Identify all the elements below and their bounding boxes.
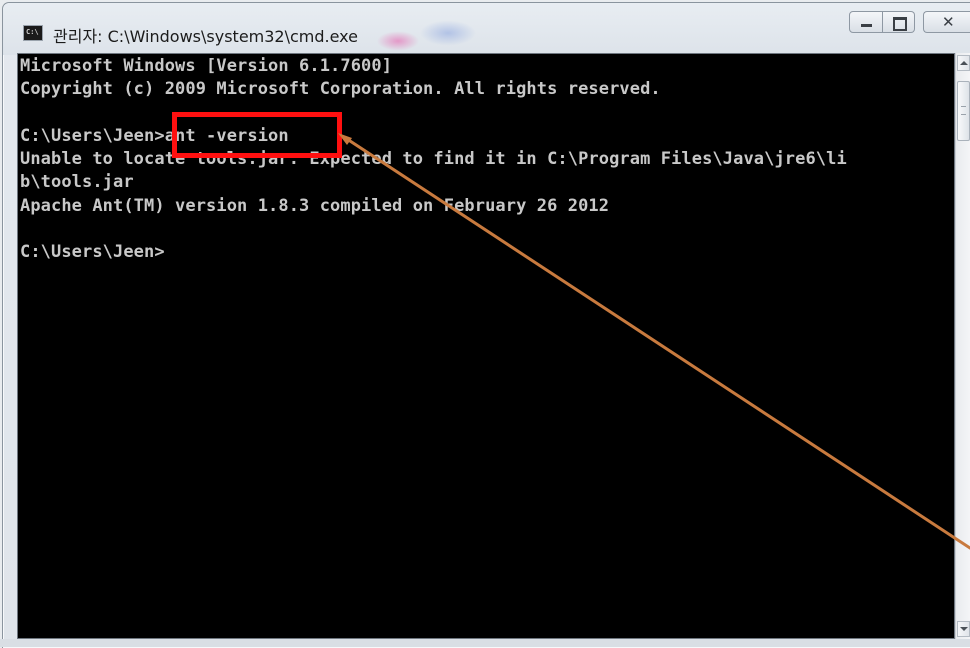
console-line: Unable to locate tools.jar. Expected to … bbox=[20, 149, 847, 170]
window-title: 관리자: C:\Windows\system32\cmd.exe bbox=[53, 27, 359, 46]
console-text: Microsoft Windows [Version 6.1.7600] Copy… bbox=[18, 54, 954, 265]
cmd-icon[interactable] bbox=[23, 25, 43, 41]
scroll-down-button[interactable] bbox=[957, 621, 970, 637]
console-output[interactable]: Microsoft Windows [Version 6.1.7600] Copy… bbox=[17, 53, 955, 639]
scroll-up-button[interactable] bbox=[957, 55, 970, 71]
vertical-scrollbar[interactable] bbox=[955, 53, 970, 639]
console-line: Copyright (c) 2009 Microsoft Corporation… bbox=[20, 79, 661, 100]
scroll-thumb[interactable] bbox=[957, 81, 970, 141]
console-line: C:\Users\Jeen>ant -version bbox=[20, 125, 289, 146]
maximize-icon bbox=[893, 17, 907, 31]
minimize-icon bbox=[861, 24, 872, 27]
close-button[interactable]: ✕ bbox=[923, 11, 970, 33]
maximize-button[interactable] bbox=[883, 11, 915, 33]
window-bottom-edge bbox=[0, 639, 970, 647]
caption-buttons: ✕ bbox=[849, 11, 970, 35]
console-line: Apache Ant(TM) version 1.8.3 compiled on… bbox=[20, 195, 610, 216]
console-line: b\tools.jar bbox=[20, 172, 134, 193]
close-icon: ✕ bbox=[942, 13, 955, 31]
title-bar[interactable]: 관리자: C:\Windows\system32\cmd.exe ✕ bbox=[3, 3, 970, 55]
console-line: Microsoft Windows [Version 6.1.7600] bbox=[20, 56, 393, 76]
minimize-button[interactable] bbox=[849, 11, 883, 33]
console-line: C:\Users\Jeen> bbox=[20, 242, 165, 263]
